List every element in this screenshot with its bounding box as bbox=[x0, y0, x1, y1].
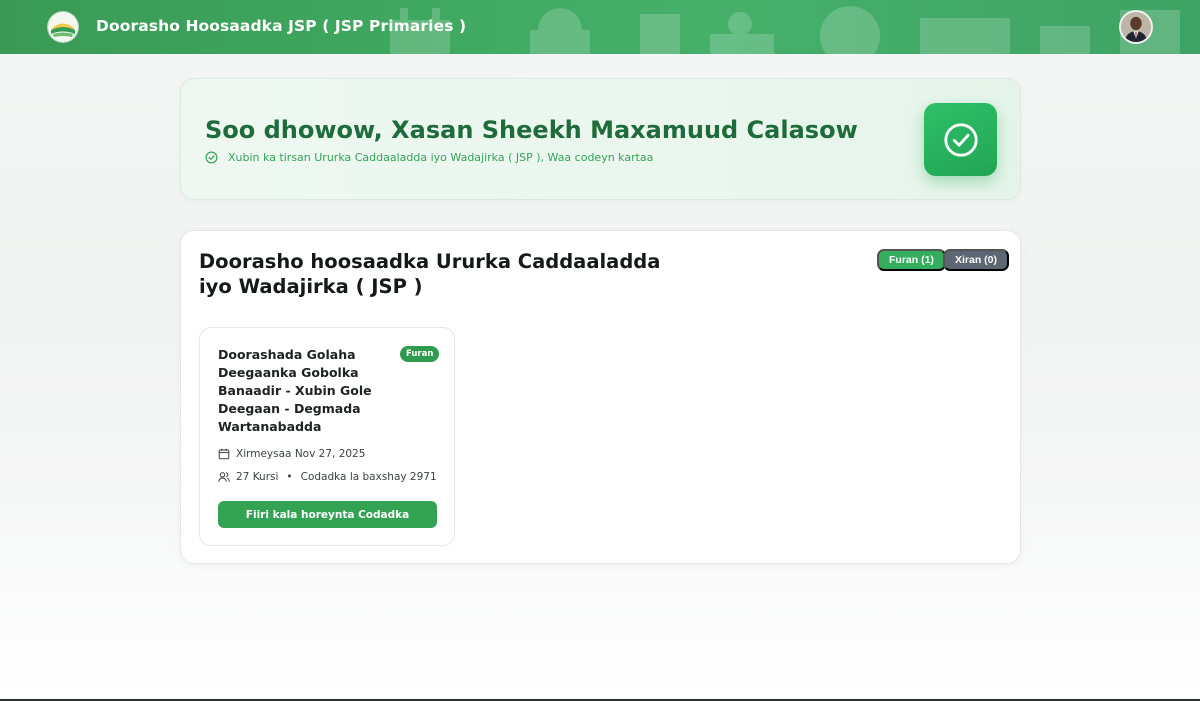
app-title: Doorasho Hoosaadka JSP ( JSP Primaries ) bbox=[96, 17, 467, 35]
election-card[interactable]: Doorashada Golaha Deegaanka Gobolka Bana… bbox=[199, 327, 455, 546]
header-background-illustration bbox=[390, 6, 1180, 54]
membership-status: Xubin ka tirsan Ururka Caddaaladda iyo W… bbox=[205, 151, 653, 164]
election-deadline: Xirmeysaa Nov 27, 2025 bbox=[218, 448, 365, 460]
party-logo-icon[interactable] bbox=[48, 12, 78, 42]
election-seats: 27 Kursi • Codadka la baxshay 2971 bbox=[218, 471, 437, 483]
votes-text: Codadka la baxshay 2971 bbox=[300, 471, 437, 483]
calendar-icon bbox=[218, 448, 230, 460]
elections-title: Doorasho hoosaadka Ururka Caddaaladda iy… bbox=[199, 250, 661, 298]
check-circle-icon bbox=[205, 151, 218, 164]
elections-panel: Doorasho hoosaadka Ururka Caddaaladda iy… bbox=[180, 230, 1021, 564]
user-avatar[interactable] bbox=[1119, 10, 1153, 44]
election-title: Doorashada Golaha Deegaanka Gobolka Bana… bbox=[218, 347, 372, 434]
filter-closed-button[interactable]: Xiran (0) bbox=[943, 249, 1010, 271]
welcome-title: Soo dhowow, Xasan Sheekh Maxamuud Calaso… bbox=[205, 116, 858, 144]
users-icon bbox=[218, 472, 230, 482]
seats-text: 27 Kursi bbox=[236, 471, 279, 483]
separator-dot: • bbox=[286, 471, 293, 483]
top-header: Doorasho Hoosaadka JSP ( JSP Primaries ) bbox=[0, 0, 1200, 54]
view-vote-ranking-button[interactable]: Fiiri kala horeynta Codadka bbox=[218, 501, 437, 528]
check-circle-icon bbox=[943, 122, 978, 157]
deadline-text: Xirmeysaa Nov 27, 2025 bbox=[236, 448, 366, 460]
filter-open-button[interactable]: Furan (1) bbox=[877, 249, 946, 271]
membership-status-text: Xubin ka tirsan Ururka Caddaaladda iyo W… bbox=[228, 151, 654, 164]
verified-check-badge bbox=[924, 103, 997, 176]
status-badge: Furan bbox=[400, 346, 440, 362]
welcome-card: Soo dhowow, Xasan Sheekh Maxamuud Calaso… bbox=[180, 78, 1021, 200]
